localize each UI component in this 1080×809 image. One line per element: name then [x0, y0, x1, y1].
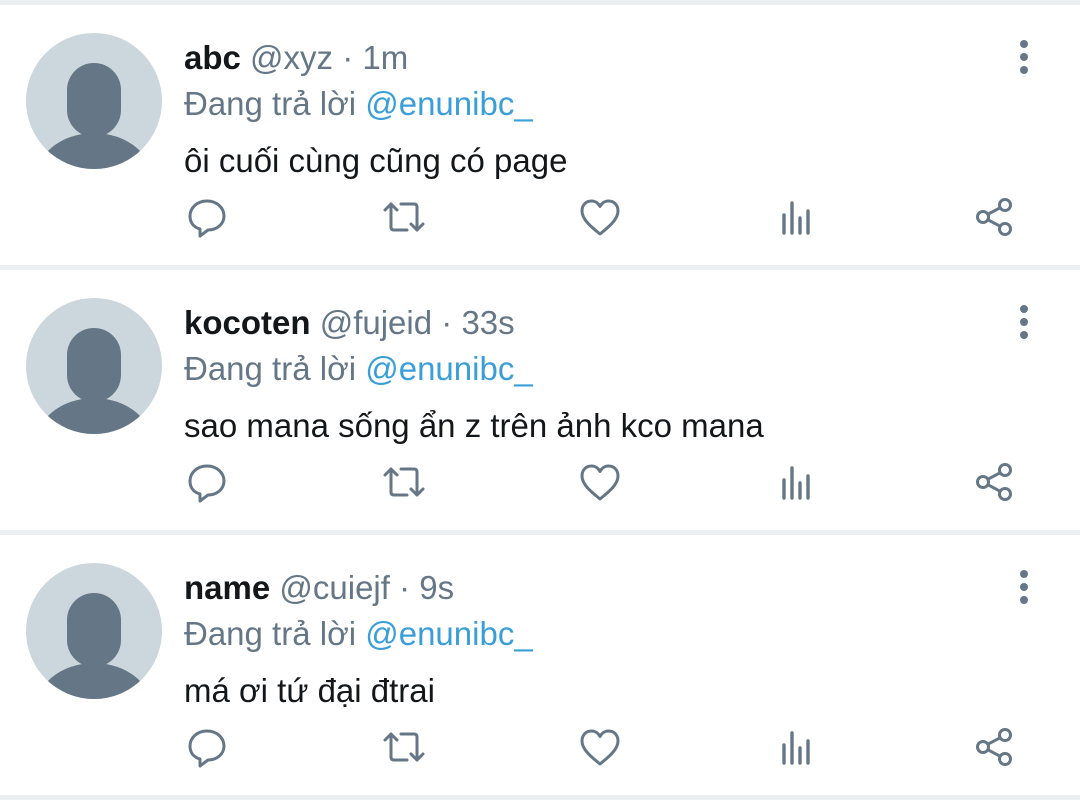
default-avatar-icon[interactable]: [26, 33, 162, 169]
replying-to-mention[interactable]: @enunibc_: [365, 85, 532, 122]
reply-icon[interactable]: [183, 193, 231, 241]
display-name[interactable]: name: [184, 569, 270, 606]
replying-to: Đang trả lời @enunibc_: [184, 349, 533, 389]
share-icon[interactable]: [971, 458, 1019, 506]
reply-tweet[interactable]: kocoten @fujeid · 33s Đang trả lời @enun…: [0, 270, 1080, 530]
replying-to-label: Đang trả lời: [184, 615, 357, 652]
display-name[interactable]: abc: [184, 39, 241, 76]
user-handle[interactable]: @cuiejf: [279, 569, 390, 606]
user-handle[interactable]: @xyz: [250, 39, 333, 76]
reply-icon[interactable]: [183, 723, 231, 771]
replying-to: Đang trả lời @enunibc_: [184, 614, 533, 654]
reply-tweet[interactable]: name @cuiejf · 9s Đang trả lời @enunibc_…: [0, 535, 1080, 795]
analytics-icon[interactable]: [772, 193, 820, 241]
share-icon[interactable]: [971, 193, 1019, 241]
share-icon[interactable]: [971, 723, 1019, 771]
tweet-text: má ơi tứ đại đtrai: [184, 672, 435, 709]
heart-icon[interactable]: [576, 458, 624, 506]
retweet-icon[interactable]: [380, 458, 428, 506]
default-avatar-icon[interactable]: [26, 563, 162, 699]
tweet-header: abc @xyz · 1m: [184, 38, 408, 78]
tweet-header: kocoten @fujeid · 33s: [184, 303, 515, 343]
divider: [0, 795, 1080, 800]
default-avatar-icon[interactable]: [26, 298, 162, 434]
reply-icon[interactable]: [183, 458, 231, 506]
analytics-icon[interactable]: [772, 458, 820, 506]
separator: ·: [441, 304, 453, 341]
retweet-icon[interactable]: [380, 723, 428, 771]
replying-to-mention[interactable]: @enunibc_: [365, 350, 532, 387]
separator: ·: [399, 569, 411, 606]
analytics-icon[interactable]: [772, 723, 820, 771]
replying-to-label: Đang trả lời: [184, 350, 357, 387]
more-vertical-icon[interactable]: [1006, 565, 1042, 609]
separator: ·: [342, 39, 354, 76]
timestamp[interactable]: 33s: [461, 304, 514, 341]
tweet-text: sao mana sống ẩn z trên ảnh kco mana: [184, 407, 764, 444]
more-vertical-icon[interactable]: [1006, 35, 1042, 79]
timestamp[interactable]: 1m: [362, 39, 408, 76]
reply-tweet[interactable]: abc @xyz · 1m Đang trả lời @enunibc_ ôi …: [0, 5, 1080, 265]
timestamp[interactable]: 9s: [419, 569, 454, 606]
retweet-icon[interactable]: [380, 193, 428, 241]
replying-to-label: Đang trả lời: [184, 85, 357, 122]
tweet-header: name @cuiejf · 9s: [184, 568, 454, 608]
heart-icon[interactable]: [576, 723, 624, 771]
reply-list: abc @xyz · 1m Đang trả lời @enunibc_ ôi …: [0, 0, 1080, 800]
user-handle[interactable]: @fujeid: [320, 304, 432, 341]
replying-to-mention[interactable]: @enunibc_: [365, 615, 532, 652]
display-name[interactable]: kocoten: [184, 304, 311, 341]
replying-to: Đang trả lời @enunibc_: [184, 84, 533, 124]
tweet-text: ôi cuối cùng cũng có page: [184, 142, 568, 179]
heart-icon[interactable]: [576, 193, 624, 241]
more-vertical-icon[interactable]: [1006, 300, 1042, 344]
